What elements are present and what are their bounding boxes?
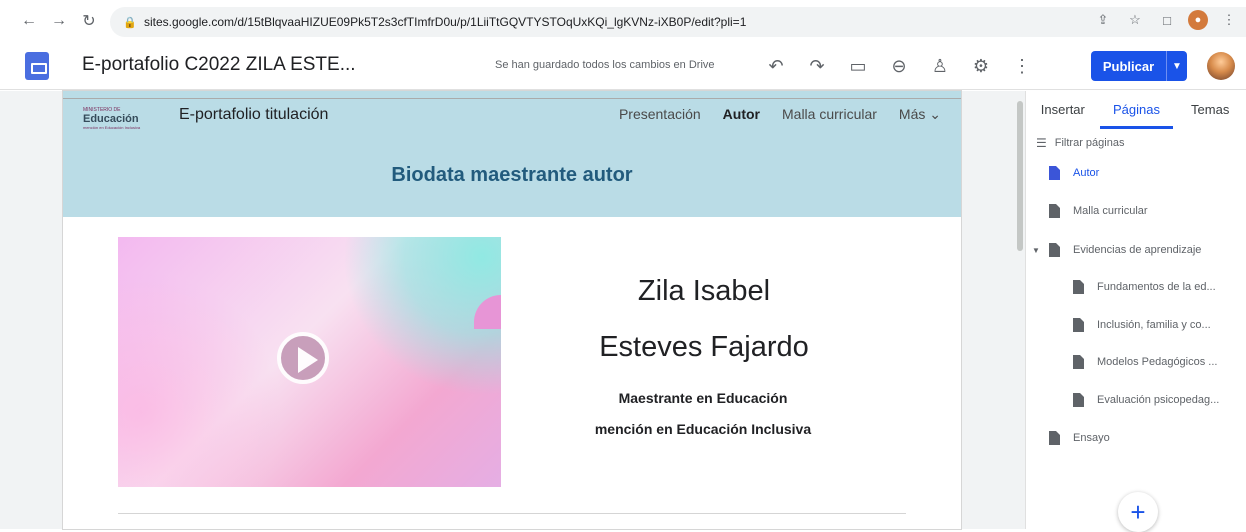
filter-icon: ☰ [1036, 136, 1047, 150]
site-title[interactable]: E-portafolio C2022 ZILA ESTE... [82, 54, 356, 76]
sites-editor-toolbar: E-portafolio C2022 ZILA ESTE... Se han g… [0, 42, 1246, 90]
editor-tools: ↶ ↷ ▭ ⊖ ♙ ⚙ ⋮ [762, 52, 1036, 80]
page-file-icon [1049, 204, 1060, 218]
browser-toolbar: ← → ↻ 🔒 sites.google.com/d/15tBlqvaaHIZU… [0, 0, 1246, 42]
publish-label: Publicar [1102, 58, 1155, 74]
page-file-icon [1073, 355, 1084, 369]
tab-temas[interactable]: Temas [1173, 91, 1246, 129]
canvas-scrollbar[interactable] [1015, 91, 1025, 529]
logo-sub-text: mención en Educación Inclusiva [83, 125, 141, 130]
page-item-label: Evaluación psicopedag... [1097, 394, 1220, 406]
page-file-icon [1049, 243, 1060, 257]
page-item-evaluacion[interactable]: Evaluación psicopedag... [1073, 393, 1219, 407]
more-vertical-icon[interactable]: ⋮ [1008, 52, 1036, 80]
play-icon[interactable] [277, 332, 329, 384]
author-role[interactable]: Maestrante en Educación mención en Educa… [563, 383, 843, 445]
logo-main-text: Educación [83, 113, 139, 125]
chevron-down-icon: ⌄ [929, 106, 941, 122]
redo-icon[interactable]: ↷ [803, 52, 831, 80]
page-heading[interactable]: Biodata maestrante autor [63, 164, 961, 187]
saved-status: Se han guardado todos los cambios en Dri… [495, 59, 715, 71]
nav-mas[interactable]: Más ⌄ [899, 106, 941, 123]
pages-panel: Insertar Páginas Temas ☰ Filtrar páginas… [1025, 91, 1246, 529]
device-preview-icon[interactable]: ▭ [844, 52, 872, 80]
author-name[interactable]: Zila Isabel Esteves Fajardo [554, 263, 854, 375]
author-role-line-2: mención en Educación Inclusiva [594, 421, 812, 437]
publish-button[interactable]: Publicar ▼ [1091, 51, 1187, 81]
side-panel-icon[interactable]: □ [1156, 9, 1178, 31]
page-filter[interactable]: ☰ Filtrar páginas [1036, 136, 1124, 150]
page-item-fundamentos[interactable]: Fundamentos de la ed... [1073, 280, 1216, 294]
add-page-button[interactable]: + [1118, 492, 1158, 532]
filter-placeholder: Filtrar páginas [1054, 137, 1125, 149]
page-item-label: Autor [1073, 167, 1100, 179]
url-text: sites.google.com/d/15tBlqvaaHIZUE09Pk5T2… [144, 15, 747, 29]
page-item-autor[interactable]: Autor [1049, 166, 1099, 180]
page-item-label: Malla curricular [1073, 205, 1148, 217]
canvas-scroll-thumb[interactable] [1017, 101, 1023, 251]
panel-tabs: Insertar Páginas Temas [1026, 91, 1246, 129]
lock-icon: 🔒 [123, 16, 137, 29]
author-name-line-2: Esteves Fajardo [599, 331, 809, 363]
page-file-icon [1073, 393, 1084, 407]
page-item-label: Inclusión, familia y co... [1097, 319, 1211, 331]
expand-arrow-icon[interactable]: ▼ [1032, 246, 1040, 255]
link-icon[interactable]: ⊖ [885, 52, 913, 80]
chevron-down-icon[interactable]: ▼ [1167, 61, 1187, 72]
page-item-modelos[interactable]: Modelos Pedagógicos ... [1073, 355, 1217, 369]
browser-menu-icon[interactable]: ⋮ [1218, 9, 1240, 31]
video-embed[interactable] [118, 237, 501, 487]
layout-ruler [63, 91, 961, 99]
back-arrow-icon[interactable]: ← [18, 10, 40, 32]
author-role-line-1: Maestrante en Educación [618, 390, 788, 406]
page-file-icon [1049, 166, 1060, 180]
share-page-icon[interactable]: ⇪ [1092, 9, 1114, 31]
bookmark-star-icon[interactable]: ☆ [1124, 9, 1146, 31]
section-divider [118, 513, 906, 514]
author-name-line-1: Zila Isabel [637, 275, 771, 307]
page-item-malla-curricular[interactable]: Malla curricular [1049, 204, 1148, 218]
nav-malla-curricular[interactable]: Malla curricular [782, 106, 877, 123]
page-item-label: Ensayo [1073, 432, 1110, 444]
page-item-inclusion[interactable]: Inclusión, familia y co... [1073, 318, 1211, 332]
site-navigation: Presentación Autor Malla curricular Más … [619, 106, 941, 123]
page-item-label: Evidencias de aprendizaje [1073, 244, 1202, 256]
site-page-preview[interactable]: MINISTERIO DE Educación mención en Educa… [63, 91, 961, 529]
page-file-icon [1073, 280, 1084, 294]
address-bar[interactable]: 🔒 sites.google.com/d/15tBlqvaaHIZUE09Pk5… [110, 7, 1246, 37]
add-person-icon[interactable]: ♙ [926, 52, 954, 80]
tab-paginas[interactable]: Páginas [1099, 91, 1174, 129]
tab-insertar[interactable]: Insertar [1026, 91, 1100, 129]
refresh-icon[interactable]: ↻ [78, 10, 100, 32]
page-header-banner[interactable]: MINISTERIO DE Educación mención en Educa… [63, 91, 961, 217]
page-file-icon [1049, 431, 1060, 445]
ministry-logo: MINISTERIO DE Educación mención en Educa… [83, 107, 153, 130]
page-item-label: Modelos Pedagógicos ... [1097, 356, 1218, 368]
page-file-icon [1073, 318, 1084, 332]
page-item-evidencias[interactable]: ▼ Evidencias de aprendizaje [1032, 243, 1202, 257]
google-sites-logo-icon [25, 52, 49, 80]
nav-presentacion[interactable]: Presentación [619, 106, 701, 123]
nav-mas-label: Más [898, 106, 926, 122]
site-name[interactable]: E-portafolio titulación [179, 106, 328, 124]
nav-autor[interactable]: Autor [723, 106, 760, 123]
undo-icon[interactable]: ↶ [762, 52, 790, 80]
profile-avatar-icon[interactable]: ● [1188, 10, 1208, 30]
forward-arrow-icon[interactable]: → [48, 10, 70, 32]
account-avatar[interactable] [1207, 52, 1235, 80]
gear-icon[interactable]: ⚙ [967, 52, 995, 80]
browser-actions: ⇪ ☆ □ ● ⋮ [1092, 9, 1240, 31]
page-item-ensayo[interactable]: Ensayo [1049, 431, 1110, 445]
page-item-label: Fundamentos de la ed... [1097, 281, 1216, 293]
